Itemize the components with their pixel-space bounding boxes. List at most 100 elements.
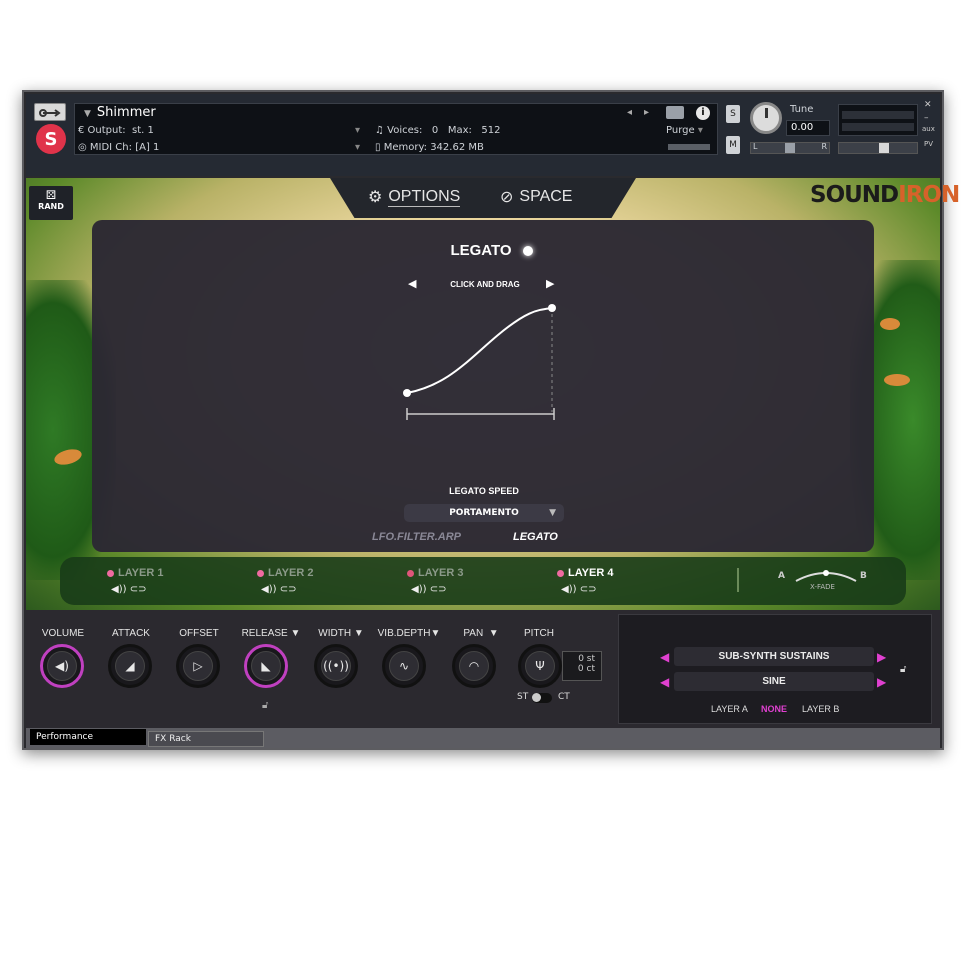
preset2-selector[interactable]: SINE [674, 672, 874, 691]
speaker-icon: ◀)) [561, 584, 577, 595]
xfade-slider[interactable] [794, 569, 858, 583]
layer-4-controls[interactable]: ◀)) ⊂⊃ [561, 584, 596, 595]
legato-title: LEGATO [450, 242, 512, 259]
release-label[interactable]: RELEASE ▼ [240, 628, 302, 639]
output-dropdown-icon[interactable]: ▾ [355, 125, 360, 136]
curve-prev-arrow[interactable]: ◀ [408, 277, 416, 290]
ct-label: CT [558, 692, 570, 702]
legato-curve-editor[interactable] [398, 300, 564, 426]
output-selector[interactable]: € Output: st. 1 [78, 125, 154, 136]
layer-1[interactable]: LAYER 1 [107, 567, 163, 579]
solo-button[interactable]: S [726, 105, 740, 123]
tune-value[interactable]: 0.00 [786, 120, 830, 136]
link-icon: ⊂⊃ [129, 584, 147, 595]
layer-1-controls[interactable]: ◀)) ⊂⊃ [111, 584, 146, 595]
level-meter [838, 104, 918, 136]
chevron-down-icon: ▼ [430, 628, 441, 639]
memory-readout: ▯ Memory: 342.62 MB [375, 142, 484, 153]
chevron-down-icon: ▼ [549, 508, 556, 518]
preset1-prev-arrow[interactable]: ◀ [660, 650, 669, 664]
prev-instrument-icon[interactable]: ◂ [627, 107, 632, 118]
brand-logo: SOUNDIRON [810, 182, 960, 208]
release-knob[interactable]: ◣ [244, 644, 288, 688]
release-ramp-icon: ◣ [251, 651, 281, 681]
st-ct-toggle[interactable] [532, 693, 552, 703]
offset-label: OFFSET [179, 628, 219, 639]
layer-2-controls[interactable]: ◀)) ⊂⊃ [261, 584, 296, 595]
layer-none-option[interactable]: NONE [761, 704, 787, 714]
synth-lock-icon[interactable]: 🔓︎ [900, 664, 906, 675]
camera-icon[interactable] [666, 106, 684, 119]
pv-button[interactable]: PV [924, 140, 933, 148]
preset2-next-arrow[interactable]: ▶ [877, 675, 886, 689]
randomize-button[interactable]: ⚄ RAND [29, 186, 73, 220]
wrench-icon[interactable] [34, 103, 66, 121]
link-icon: ⊂⊃ [279, 584, 297, 595]
curve-hint: CLICK AND DRAG [450, 280, 520, 289]
pan-slider[interactable]: L R [750, 142, 830, 154]
info-icon[interactable]: i [696, 106, 710, 120]
tab-options-label: OPTIONS [388, 187, 461, 207]
lock-icon[interactable]: 🔓︎ [262, 700, 268, 711]
xfade-label: X-FADE [810, 583, 835, 591]
volume-slider[interactable] [838, 142, 918, 154]
layer-a-option[interactable]: LAYER A [711, 704, 748, 714]
planet-icon: ⊘ [500, 189, 514, 206]
curve-end-handle[interactable] [548, 304, 556, 312]
midi-icon: ◎ [78, 142, 90, 153]
legato-toggle[interactable] [523, 246, 533, 256]
pan-right-label: R [821, 142, 827, 151]
next-instrument-icon[interactable]: ▸ [644, 107, 649, 118]
layer-2[interactable]: LAYER 2 [257, 567, 313, 579]
output-icon: € [78, 125, 88, 136]
width-label[interactable]: WIDTH ▼ [312, 628, 370, 639]
pitch-readout[interactable]: 0 st 0 ct [562, 651, 602, 681]
preset1-next-arrow[interactable]: ▶ [877, 650, 886, 664]
volume-knob[interactable]: ◀) [40, 644, 84, 688]
pan-label[interactable]: PAN ▼ [454, 628, 508, 639]
legato-speed-dropdown[interactable]: PORTAMENTO ▼ [404, 504, 564, 522]
nav-legato[interactable]: LEGATO [513, 531, 558, 543]
tab-fx-rack[interactable]: FX Rack [148, 731, 264, 747]
aux-button[interactable]: aux [922, 125, 935, 133]
speaker-icon: ◀)) [111, 584, 127, 595]
speaker-icon: ◀)) [261, 584, 277, 595]
layer-4[interactable]: LAYER 4 [557, 567, 613, 579]
pitch-knob[interactable]: Ψ [518, 644, 562, 688]
dice-icon: ⚄ [45, 188, 57, 202]
width-icon: ((•)) [321, 651, 351, 681]
purge-button[interactable]: Purge ▾ [666, 125, 703, 136]
vib-depth-knob[interactable]: ∿ [382, 644, 426, 688]
tab-options[interactable]: ⚙ OPTIONS [368, 187, 461, 207]
preset2-prev-arrow[interactable]: ◀ [660, 675, 669, 689]
collapse-icon[interactable]: ▼ [84, 109, 91, 119]
logo-icon: S [36, 124, 66, 154]
layer-b-option[interactable]: LAYER B [802, 704, 839, 714]
preset1-selector[interactable]: SUB-SYNTH SUSTAINS [674, 647, 874, 666]
curve-next-arrow[interactable]: ▶ [546, 277, 554, 290]
chevron-down-icon: ▼ [290, 628, 301, 639]
pitch-ct-value: 0 ct [577, 664, 595, 674]
pan-knob[interactable]: ◠ [452, 644, 496, 688]
layer-dot [557, 569, 564, 577]
nav-lfo-filter-arp[interactable]: LFO.FILTER.ARP [372, 531, 461, 543]
attack-knob[interactable]: ◢ [108, 644, 152, 688]
tune-knob[interactable] [750, 102, 782, 134]
layer-3[interactable]: LAYER 3 [407, 567, 463, 579]
tuning-fork-icon: Ψ [525, 651, 555, 681]
mute-button[interactable]: M [726, 136, 740, 154]
midi-dropdown-icon[interactable]: ▾ [355, 142, 360, 153]
tab-space[interactable]: ⊘ SPACE [500, 187, 572, 207]
layer-3-controls[interactable]: ◀)) ⊂⊃ [411, 584, 446, 595]
close-icon[interactable]: ✕ [924, 100, 932, 110]
divider [737, 568, 739, 592]
tab-performance[interactable]: Performance [30, 729, 146, 745]
curve-start-handle[interactable] [403, 389, 411, 397]
width-knob[interactable]: ((•)) [314, 644, 358, 688]
minimize-icon[interactable]: – [924, 113, 929, 123]
offset-knob[interactable]: ▷ [176, 644, 220, 688]
vib-depth-label[interactable]: VIB.DEPTH▼ [376, 628, 442, 639]
midi-channel-selector[interactable]: ◎ MIDI Ch: [A] 1 [78, 142, 159, 153]
instrument-name[interactable]: ▼ Shimmer [84, 105, 156, 120]
speaker-icon: ◀)) [411, 584, 427, 595]
